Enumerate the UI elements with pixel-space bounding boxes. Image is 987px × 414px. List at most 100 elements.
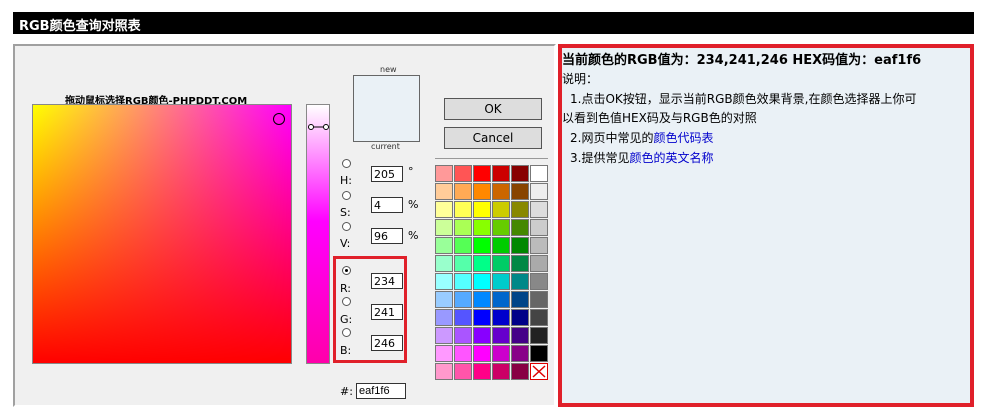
- palette-cell[interactable]: [511, 309, 529, 326]
- palette-cell[interactable]: [530, 183, 548, 200]
- palette-cell[interactable]: [435, 273, 453, 290]
- palette-cell[interactable]: [511, 183, 529, 200]
- palette-cell[interactable]: [492, 309, 510, 326]
- input-s[interactable]: [371, 197, 403, 213]
- info-line-1b: 以看到色值HEX码及与RGB色的对照: [562, 111, 757, 125]
- palette-cell[interactable]: [435, 183, 453, 200]
- palette-cell[interactable]: [511, 327, 529, 344]
- palette-cell[interactable]: [511, 219, 529, 236]
- palette-cell[interactable]: [454, 327, 472, 344]
- no-color-cell[interactable]: [530, 363, 548, 380]
- radio-r[interactable]: [342, 266, 351, 275]
- palette-divider: [435, 158, 548, 159]
- palette-cell[interactable]: [511, 363, 529, 380]
- ok-button[interactable]: OK: [444, 98, 542, 120]
- palette-cell[interactable]: [435, 165, 453, 182]
- palette-cell[interactable]: [435, 237, 453, 254]
- palette-cell[interactable]: [473, 201, 491, 218]
- palette-cell[interactable]: [511, 165, 529, 182]
- palette-cell[interactable]: [473, 309, 491, 326]
- palette-cell[interactable]: [530, 201, 548, 218]
- palette-cell[interactable]: [492, 165, 510, 182]
- palette-cell[interactable]: [473, 183, 491, 200]
- current-color-label: current: [371, 142, 400, 151]
- palette-cell[interactable]: [435, 309, 453, 326]
- palette-cell[interactable]: [473, 237, 491, 254]
- palette-cell[interactable]: [511, 201, 529, 218]
- palette-cell[interactable]: [454, 201, 472, 218]
- page-title: RGB颜色查询对照表: [19, 19, 141, 34]
- info-line-3: 3.提供常见颜色的英文名称: [570, 149, 713, 166]
- palette-cell[interactable]: [492, 237, 510, 254]
- palette-cell[interactable]: [492, 345, 510, 362]
- palette-cell[interactable]: [473, 273, 491, 290]
- input-v[interactable]: [371, 228, 403, 244]
- palette-cell[interactable]: [473, 255, 491, 272]
- palette-cell[interactable]: [530, 327, 548, 344]
- palette-cell[interactable]: [435, 201, 453, 218]
- palette-cell[interactable]: [454, 165, 472, 182]
- palette-cell[interactable]: [435, 327, 453, 344]
- palette-cell[interactable]: [492, 273, 510, 290]
- radio-v[interactable]: [342, 222, 351, 231]
- palette-cell[interactable]: [454, 219, 472, 236]
- palette-cell[interactable]: [530, 219, 548, 236]
- palette-cell[interactable]: [511, 237, 529, 254]
- palette-cell[interactable]: [473, 345, 491, 362]
- palette-cell[interactable]: [473, 327, 491, 344]
- hue-strip[interactable]: [306, 104, 330, 364]
- palette-cell[interactable]: [454, 291, 472, 308]
- palette-cell[interactable]: [492, 327, 510, 344]
- label-r: R:: [340, 282, 352, 295]
- palette-cell[interactable]: [473, 219, 491, 236]
- sv-cursor-circle[interactable]: [273, 113, 285, 125]
- color-code-table-link[interactable]: 颜色代码表: [653, 131, 713, 145]
- palette-cell[interactable]: [492, 255, 510, 272]
- palette-cell[interactable]: [530, 309, 548, 326]
- palette-cell[interactable]: [435, 255, 453, 272]
- palette-cell[interactable]: [435, 291, 453, 308]
- palette-cell[interactable]: [435, 345, 453, 362]
- palette-cell[interactable]: [530, 255, 548, 272]
- palette-cell[interactable]: [435, 219, 453, 236]
- palette-cell[interactable]: [454, 183, 472, 200]
- palette-cell[interactable]: [492, 291, 510, 308]
- palette-cell[interactable]: [454, 237, 472, 254]
- input-b[interactable]: [371, 335, 403, 351]
- cancel-button[interactable]: Cancel: [444, 127, 542, 149]
- palette-cell[interactable]: [473, 165, 491, 182]
- radio-s[interactable]: [342, 191, 351, 200]
- palette-cell[interactable]: [530, 165, 548, 182]
- radio-h[interactable]: [342, 159, 351, 168]
- palette-cell[interactable]: [511, 291, 529, 308]
- radio-g[interactable]: [342, 297, 351, 306]
- input-g[interactable]: [371, 304, 403, 320]
- palette-cell[interactable]: [473, 291, 491, 308]
- palette-cell[interactable]: [454, 345, 472, 362]
- palette-cell[interactable]: [454, 363, 472, 380]
- saturation-value-square[interactable]: [32, 104, 292, 364]
- radio-b[interactable]: [342, 328, 351, 337]
- palette-cell[interactable]: [454, 255, 472, 272]
- palette-cell[interactable]: [511, 345, 529, 362]
- palette-cell[interactable]: [511, 255, 529, 272]
- palette-cell[interactable]: [492, 219, 510, 236]
- color-english-names-link[interactable]: 颜色的英文名称: [629, 151, 713, 165]
- palette-cell[interactable]: [454, 273, 472, 290]
- input-h[interactable]: [371, 166, 403, 182]
- palette-cell[interactable]: [454, 309, 472, 326]
- palette-cell[interactable]: [530, 273, 548, 290]
- palette-cell[interactable]: [492, 363, 510, 380]
- palette-cell[interactable]: [435, 363, 453, 380]
- palette-cell[interactable]: [530, 345, 548, 362]
- palette-cell[interactable]: [511, 273, 529, 290]
- no-color-icon: [532, 365, 546, 378]
- hex-input[interactable]: [356, 383, 406, 399]
- input-r[interactable]: [371, 273, 403, 289]
- palette-cell[interactable]: [473, 363, 491, 380]
- hue-slider-handle[interactable]: [308, 122, 330, 132]
- palette-cell[interactable]: [492, 201, 510, 218]
- palette-cell[interactable]: [530, 237, 548, 254]
- palette-cell[interactable]: [492, 183, 510, 200]
- palette-cell[interactable]: [530, 291, 548, 308]
